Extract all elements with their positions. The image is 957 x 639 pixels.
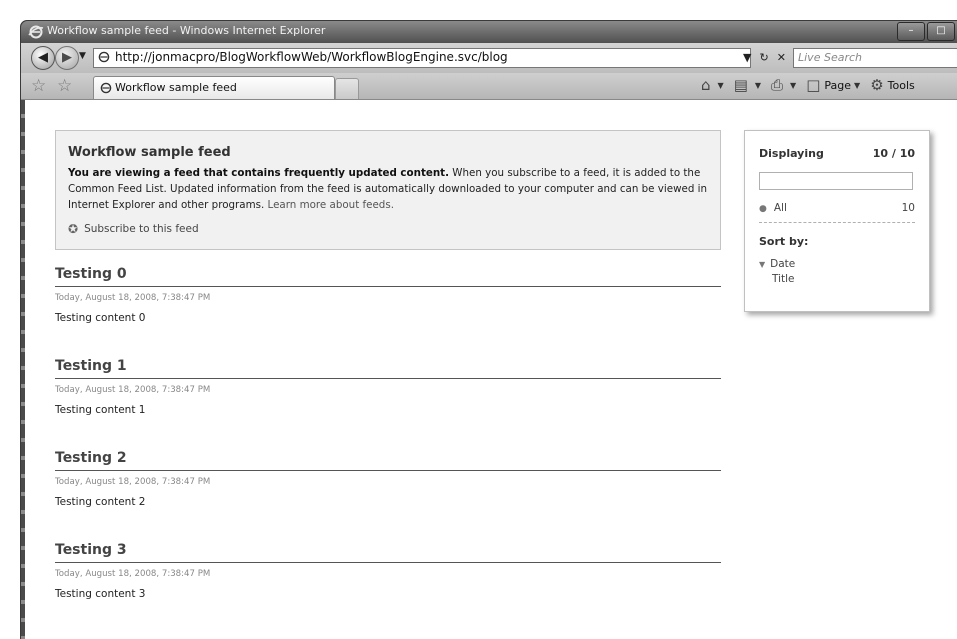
sort-option-label: Date xyxy=(770,258,796,270)
page-icon: □ xyxy=(806,76,821,94)
page-menu-button[interactable]: □ Page ▼ xyxy=(806,76,860,94)
tools-menu-button[interactable]: ⚙ Tools xyxy=(870,76,915,94)
home-button[interactable]: ⌂ ▼ xyxy=(701,76,724,94)
home-icon: ⌂ xyxy=(701,76,711,94)
minimize-button[interactable]: – xyxy=(897,22,925,41)
displaying-count: 10 / 10 xyxy=(872,147,915,160)
new-tab-button[interactable] xyxy=(335,78,359,99)
entry-title[interactable]: Testing 2 xyxy=(55,450,721,471)
tab-page-icon xyxy=(100,82,112,94)
entry-body: Testing content 2 xyxy=(55,496,146,508)
filter-all[interactable]: ● All 10 xyxy=(759,202,915,214)
maximize-button[interactable]: □ xyxy=(927,22,955,41)
back-button[interactable]: ◀ xyxy=(31,46,55,70)
stop-icon[interactable]: ✕ xyxy=(777,51,786,64)
page-icon xyxy=(98,51,110,63)
tab-bar: ☆ ☆ Workflow sample feed ⌂ ▼ ▤ ▼ ⎙ ▼ □ P… xyxy=(21,73,957,100)
feed-info-box: Workflow sample feed You are viewing a f… xyxy=(55,130,721,250)
add-favorites-icon[interactable]: ☆ xyxy=(57,76,72,96)
displaying-label: Displaying xyxy=(759,147,824,160)
feed-title: Workflow sample feed xyxy=(68,145,231,160)
address-bar[interactable]: http://jonmacpro/BlogWorkflowWeb/Workflo… xyxy=(93,48,751,68)
refresh-icon[interactable]: ↻ xyxy=(759,51,768,64)
printer-icon: ⎙ xyxy=(771,76,784,94)
chevron-down-icon: ▼ xyxy=(754,80,762,90)
tools-menu-label: Tools xyxy=(887,78,915,92)
tab-label: Workflow sample feed xyxy=(115,81,237,94)
feed-intro-bold: You are viewing a feed that contains fre… xyxy=(68,167,450,179)
feeds-button[interactable]: ▤ ▼ xyxy=(734,76,761,94)
entry-title[interactable]: Testing 1 xyxy=(55,358,721,379)
sort-descending-icon: ▼ xyxy=(759,260,766,269)
feed-entry: Testing 1 Today, August 18, 2008, 7:38:4… xyxy=(55,358,721,416)
filter-input[interactable] xyxy=(759,172,913,190)
window-title: Workflow sample feed - Windows Internet … xyxy=(47,24,326,37)
title-bar[interactable]: Workflow sample feed - Windows Internet … xyxy=(21,21,957,43)
subscribe-star-icon: ✪ xyxy=(68,222,79,236)
url-text: http://jonmacpro/BlogWorkflowWeb/Workflo… xyxy=(115,50,508,64)
address-tools: ▼ ↻ ✕ xyxy=(743,48,794,66)
tab-workflow-sample-feed[interactable]: Workflow sample feed xyxy=(93,76,335,99)
window-controls: – □ xyxy=(895,22,955,41)
page-menu-label: Page xyxy=(824,78,852,92)
address-toolbar: ◀ ▶ ▼ http://jonmacpro/BlogWorkflowWeb/W… xyxy=(21,43,957,73)
gear-icon: ⚙ xyxy=(870,76,884,94)
entry-date: Today, August 18, 2008, 7:38:47 PM xyxy=(55,385,211,395)
print-button[interactable]: ⎙ ▼ xyxy=(771,76,796,94)
page-content: Workflow sample feed You are viewing a f… xyxy=(21,100,957,639)
sort-option-title[interactable]: Title xyxy=(772,273,795,285)
rss-feed-icon: ▤ xyxy=(733,76,748,94)
bullet-icon: ● xyxy=(759,204,767,214)
learn-more-link[interactable]: Learn more about feeds. xyxy=(268,199,394,211)
entry-title[interactable]: Testing 0 xyxy=(55,266,721,287)
sort-label: Sort by: xyxy=(759,235,809,248)
filter-all-count: 10 xyxy=(901,202,915,214)
search-input[interactable]: Live Search xyxy=(793,48,957,68)
entry-body: Testing content 1 xyxy=(55,404,146,416)
displaying-header: Displaying 10 / 10 xyxy=(759,147,915,160)
sort-option-label: Title xyxy=(772,273,795,285)
filter-all-label: All xyxy=(773,202,787,214)
search-placeholder: Live Search xyxy=(798,51,862,64)
entry-date: Today, August 18, 2008, 7:38:47 PM xyxy=(55,569,211,579)
divider xyxy=(759,222,915,223)
address-dropdown-icon[interactable]: ▼ xyxy=(743,51,751,64)
ie-logo-icon xyxy=(28,25,44,39)
chevron-down-icon: ▼ xyxy=(854,80,861,90)
recent-pages-dropdown-icon[interactable]: ▼ xyxy=(79,51,86,61)
feed-entry: Testing 0 Today, August 18, 2008, 7:38:4… xyxy=(55,266,721,324)
favorites-star-icon[interactable]: ☆ xyxy=(31,76,46,96)
sort-option-date[interactable]: ▼ Date xyxy=(759,258,795,270)
chevron-down-icon: ▼ xyxy=(717,80,724,90)
feed-sidebar: Displaying 10 / 10 ● All 10 Sort by: ▼ Dat… xyxy=(744,130,930,312)
forward-button[interactable]: ▶ xyxy=(55,46,79,70)
entry-date: Today, August 18, 2008, 7:38:47 PM xyxy=(55,477,211,487)
entry-body: Testing content 0 xyxy=(55,312,146,324)
feed-entry: Testing 3 Today, August 18, 2008, 7:38:4… xyxy=(55,542,721,600)
entry-title[interactable]: Testing 3 xyxy=(55,542,721,563)
back-arrow-icon: ◀ xyxy=(38,50,48,65)
ie-window: Workflow sample feed - Windows Internet … xyxy=(20,20,957,639)
window-left-edge xyxy=(21,100,25,639)
forward-arrow-icon: ▶ xyxy=(62,50,72,65)
subscribe-label: Subscribe to this feed xyxy=(84,223,199,235)
feed-entry: Testing 2 Today, August 18, 2008, 7:38:4… xyxy=(55,450,721,508)
feed-description: You are viewing a feed that contains fre… xyxy=(68,166,708,213)
screen: Workflow sample feed - Windows Internet … xyxy=(0,0,957,639)
chevron-down-icon: ▼ xyxy=(790,80,797,90)
entry-body: Testing content 3 xyxy=(55,588,146,600)
command-bar: ⌂ ▼ ▤ ▼ ⎙ ▼ □ Page ▼ ⚙ Tools xyxy=(701,76,925,94)
subscribe-link[interactable]: ✪ Subscribe to this feed xyxy=(68,222,199,236)
entry-date: Today, August 18, 2008, 7:38:47 PM xyxy=(55,293,211,303)
